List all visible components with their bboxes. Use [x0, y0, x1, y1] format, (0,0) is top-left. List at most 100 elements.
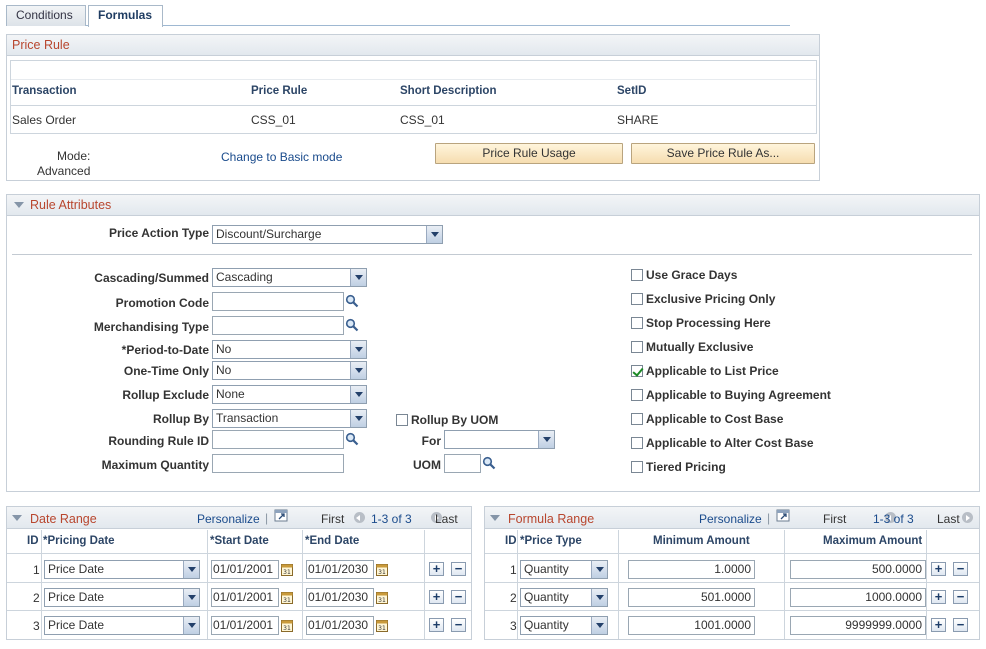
merchandising-type-label: Merchandising Type	[93, 320, 209, 334]
applicable-to-cost-base-checkbox[interactable]: Applicable to Cost Base	[631, 411, 783, 426]
for-select[interactable]	[444, 430, 555, 449]
end-date-input[interactable]: 01/01/2030	[306, 588, 374, 607]
collapse-triangle-icon[interactable]	[14, 202, 24, 209]
price-rule-title: Price Rule	[7, 35, 819, 56]
use-grace-days-checkbox[interactable]: Use Grace Days	[631, 267, 737, 282]
for-label: For	[421, 434, 441, 448]
tab-formulas[interactable]: Formulas	[88, 5, 163, 27]
collapse-triangle-icon[interactable]	[12, 515, 22, 521]
delete-row-minus-icon[interactable]: −	[451, 590, 466, 604]
calendar-icon[interactable]: 31	[376, 591, 388, 604]
delete-row-minus-icon[interactable]: −	[953, 618, 968, 632]
cascading-label: Cascading/Summed	[94, 271, 209, 285]
save-price-rule-as-button[interactable]: Save Price Rule As...	[631, 143, 815, 164]
merchandising-type-input[interactable]	[212, 316, 344, 335]
price-type-select[interactable]: Quantity	[520, 560, 608, 579]
price-rule-usage-button[interactable]: Price Rule Usage	[435, 143, 623, 164]
mutually-exclusive-checkbox[interactable]: Mutually Exclusive	[631, 339, 753, 354]
checkbox-box[interactable]	[631, 268, 643, 281]
checkbox-box[interactable]	[631, 316, 643, 329]
add-row-plus-icon[interactable]: +	[429, 618, 444, 632]
price-type-select[interactable]: Quantity	[520, 588, 608, 607]
applicable-to-buying-agreement-checkbox[interactable]: Applicable to Buying Agreement	[631, 387, 831, 402]
calendar-icon[interactable]: 31	[376, 563, 388, 576]
period-to-date-label: *Period-to-Date	[121, 343, 209, 357]
checkbox-box[interactable]	[396, 413, 408, 426]
uom-label: UOM	[413, 458, 441, 472]
maximum-quantity-label: Maximum Quantity	[101, 458, 209, 472]
promotion-code-input[interactable]	[212, 292, 344, 311]
pricing-date-select[interactable]: Price Date	[44, 560, 200, 579]
checkbox-box[interactable]	[631, 460, 643, 473]
row-id: 3	[510, 619, 517, 633]
minimum-amount-input[interactable]: 1001.0000	[628, 616, 755, 635]
personalize-link[interactable]: Personalize	[699, 512, 762, 526]
rollup-exclude-select[interactable]: None	[212, 385, 367, 404]
rounding-rule-id-input[interactable]	[212, 430, 344, 449]
cell-short-description: CSS_01	[400, 113, 445, 127]
minimum-amount-input[interactable]: 501.0000	[628, 588, 755, 607]
minimum-amount-input[interactable]: 1.0000	[628, 560, 755, 579]
price-type-select[interactable]: Quantity	[520, 616, 608, 635]
checkbox-box[interactable]	[631, 436, 643, 449]
maximum-quantity-input[interactable]	[212, 454, 344, 473]
delete-row-minus-icon[interactable]: −	[953, 590, 968, 604]
checkbox-box[interactable]	[631, 388, 643, 401]
delete-row-minus-icon[interactable]: −	[953, 562, 968, 576]
tiered-pricing-checkbox[interactable]: Tiered Pricing	[631, 459, 726, 474]
checkbox-box[interactable]	[631, 292, 643, 305]
end-date-input[interactable]: 01/01/2030	[306, 616, 374, 635]
view-all-icon[interactable]	[776, 509, 790, 522]
applicable-to-list-price-checkbox[interactable]: Applicable to List Price	[631, 363, 779, 378]
magnifier-icon[interactable]	[345, 294, 359, 308]
rollup-by-select[interactable]: Transaction	[212, 409, 367, 428]
collapse-triangle-icon[interactable]	[490, 515, 500, 521]
svg-text:31: 31	[378, 625, 386, 632]
cascading-select[interactable]: Cascading	[212, 268, 367, 287]
view-all-icon[interactable]	[274, 509, 288, 522]
magnifier-icon[interactable]	[482, 456, 496, 470]
pricing-date-select[interactable]: Price Date	[44, 616, 200, 635]
calendar-icon[interactable]: 31	[281, 563, 293, 576]
checkbox-box[interactable]	[631, 340, 643, 353]
col-transaction: Transaction	[12, 85, 77, 97]
checkbox-checked[interactable]	[631, 364, 643, 377]
start-date-input[interactable]: 01/01/2001	[211, 588, 279, 607]
uom-input[interactable]	[444, 454, 481, 473]
one-time-only-select[interactable]: No	[212, 361, 367, 380]
magnifier-icon[interactable]	[345, 432, 359, 446]
col-short-description: Short Description	[400, 85, 497, 97]
change-to-basic-mode-link[interactable]: Change to Basic mode	[221, 150, 342, 164]
rule-attributes-header[interactable]: Rule Attributes	[7, 195, 979, 216]
start-date-input[interactable]: 01/01/2001	[211, 560, 279, 579]
delete-row-minus-icon[interactable]: −	[451, 618, 466, 632]
add-row-plus-icon[interactable]: +	[931, 618, 946, 632]
start-date-input[interactable]: 01/01/2001	[211, 616, 279, 635]
calendar-icon[interactable]: 31	[376, 619, 388, 632]
delete-row-minus-icon[interactable]: −	[451, 562, 466, 576]
calendar-icon[interactable]: 31	[281, 619, 293, 632]
checkbox-box[interactable]	[631, 412, 643, 425]
rollup-by-uom-checkbox[interactable]: Rollup By UOM	[396, 412, 498, 427]
maximum-amount-input[interactable]: 500.0000	[790, 560, 926, 579]
personalize-link[interactable]: Personalize	[197, 512, 260, 526]
applicable-to-alter-cost-base-checkbox[interactable]: Applicable to Alter Cost Base	[631, 435, 814, 450]
add-row-plus-icon[interactable]: +	[931, 562, 946, 576]
add-row-plus-icon[interactable]: +	[429, 590, 444, 604]
maximum-amount-input[interactable]: 1000.0000	[790, 588, 926, 607]
tab-conditions[interactable]: Conditions	[6, 5, 86, 26]
pricing-date-select[interactable]: Price Date	[44, 588, 200, 607]
end-date-input[interactable]: 01/01/2030	[306, 560, 374, 579]
exclusive-pricing-only-checkbox[interactable]: Exclusive Pricing Only	[631, 291, 775, 306]
cell-transaction: Sales Order	[12, 113, 77, 127]
maximum-amount-input[interactable]: 9999999.0000	[790, 616, 926, 635]
chevron-down-icon	[350, 410, 366, 427]
period-to-date-select[interactable]: No	[212, 340, 367, 359]
price-action-type-select[interactable]: Discount/Surcharge	[212, 225, 443, 244]
add-row-plus-icon[interactable]: +	[429, 562, 444, 576]
stop-processing-here-checkbox[interactable]: Stop Processing Here	[631, 315, 771, 330]
add-row-plus-icon[interactable]: +	[931, 590, 946, 604]
magnifier-icon[interactable]	[345, 318, 359, 332]
first-label: First	[321, 512, 345, 526]
calendar-icon[interactable]: 31	[281, 591, 293, 604]
